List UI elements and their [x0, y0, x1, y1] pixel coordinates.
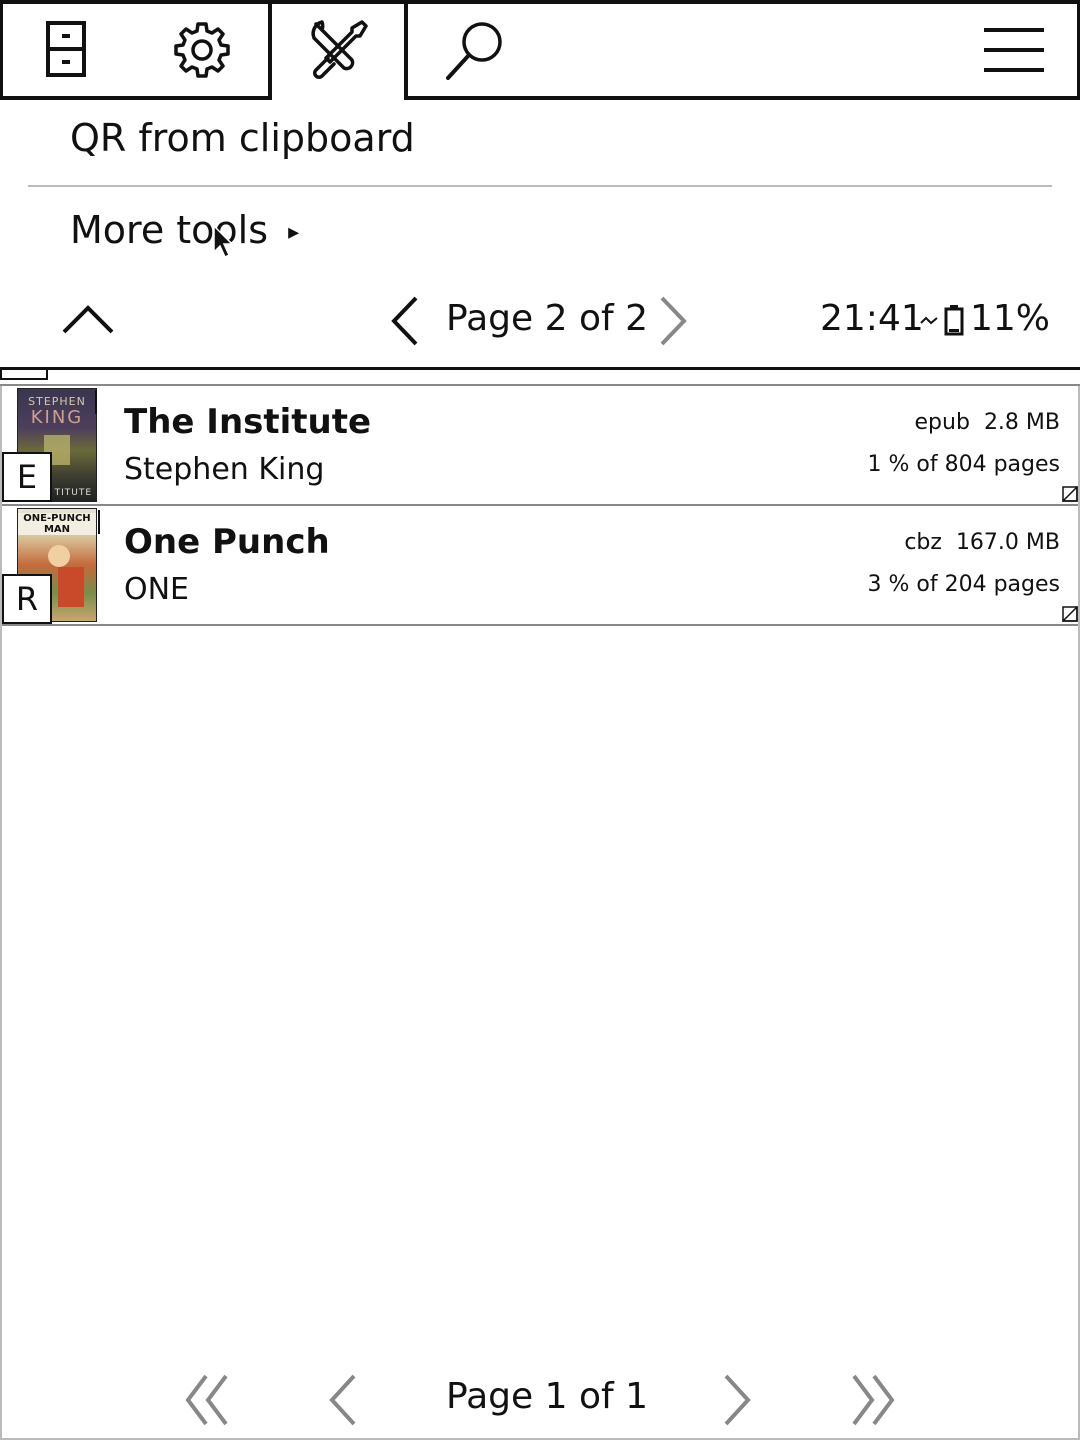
cover-bookmark-tab	[95, 390, 97, 414]
prev-page-chevron-icon[interactable]	[328, 1374, 358, 1426]
book-size: 167.0 MB	[955, 530, 1060, 555]
cover-text: KING	[30, 407, 84, 428]
tools-icon[interactable]	[308, 18, 370, 80]
book-status-badge: R	[2, 574, 52, 624]
menu-item-more-tools[interactable]: More tools ▸	[70, 208, 299, 252]
menu-prev-page-chevron-icon[interactable]	[390, 296, 420, 346]
menu-item-label: QR from clipboard	[70, 116, 415, 160]
dogear-corner-icon	[1062, 486, 1078, 502]
page-indicator: Page 1 of 1	[446, 1376, 648, 1417]
dogear-corner-icon	[1062, 606, 1078, 622]
book-progress: 3 % of 204 pages	[867, 572, 1060, 597]
menu-item-qr-from-clipboard[interactable]: QR from clipboard	[70, 116, 415, 160]
book-format-size: epub 2.8 MB	[915, 410, 1060, 435]
book-title: The Institute	[124, 402, 372, 442]
hamburger-menu-icon[interactable]	[984, 26, 1044, 76]
book-title: One Punch	[124, 522, 330, 562]
menu-divider	[28, 185, 1052, 187]
wifi-off-icon	[920, 314, 938, 328]
book-row[interactable]: ONE-PUNCH MAN R One Punch ONE cbz 167.0 …	[0, 506, 1080, 626]
first-page-double-chevron-icon[interactable]	[184, 1374, 230, 1426]
underlying-tab-stub	[0, 370, 48, 380]
top-toolbar	[0, 0, 1080, 100]
cover-art	[48, 545, 70, 567]
next-page-chevron-icon[interactable]	[722, 1374, 752, 1426]
menu-next-page-chevron-icon[interactable]	[658, 296, 688, 346]
collapse-menu-chevron-up-icon[interactable]	[62, 304, 114, 334]
filing-cabinet-icon[interactable]	[40, 20, 92, 80]
battery-level: 11%	[970, 298, 1051, 339]
cover-art	[58, 567, 84, 607]
book-author: Stephen King	[124, 452, 325, 487]
cover-text: ONE-PUNCH MAN	[18, 513, 96, 535]
gear-icon[interactable]	[172, 20, 232, 80]
book-progress: 1 % of 804 pages	[867, 452, 1060, 477]
book-format: epub	[914, 410, 970, 435]
cover-bookmark-tab	[98, 510, 100, 534]
book-author: ONE	[124, 572, 190, 607]
mouse-cursor-icon	[212, 224, 234, 260]
cover-text: TITUTE	[54, 488, 92, 498]
book-row[interactable]: STEPHEN KING TITUTE E The Institute Step…	[0, 386, 1080, 506]
row-divider	[0, 624, 1080, 626]
submenu-arrow-icon: ▸	[288, 220, 300, 245]
list-left-border	[0, 386, 2, 1440]
book-size: 2.8 MB	[983, 410, 1060, 435]
last-page-double-chevron-icon[interactable]	[850, 1374, 896, 1426]
tools-menu: QR from clipboard More tools ▸ Page 2 of…	[0, 100, 1080, 368]
menu-bottom-border	[0, 367, 1080, 370]
search-icon[interactable]	[444, 20, 506, 82]
clock: 21:41	[820, 298, 924, 339]
book-format-size: cbz 167.0 MB	[904, 530, 1060, 555]
menu-item-label: More tools	[70, 208, 269, 252]
menu-page-indicator: Page 2 of 2	[446, 298, 648, 339]
battery-icon	[944, 304, 964, 336]
book-format: cbz	[904, 530, 942, 555]
book-status-badge: E	[2, 452, 52, 502]
